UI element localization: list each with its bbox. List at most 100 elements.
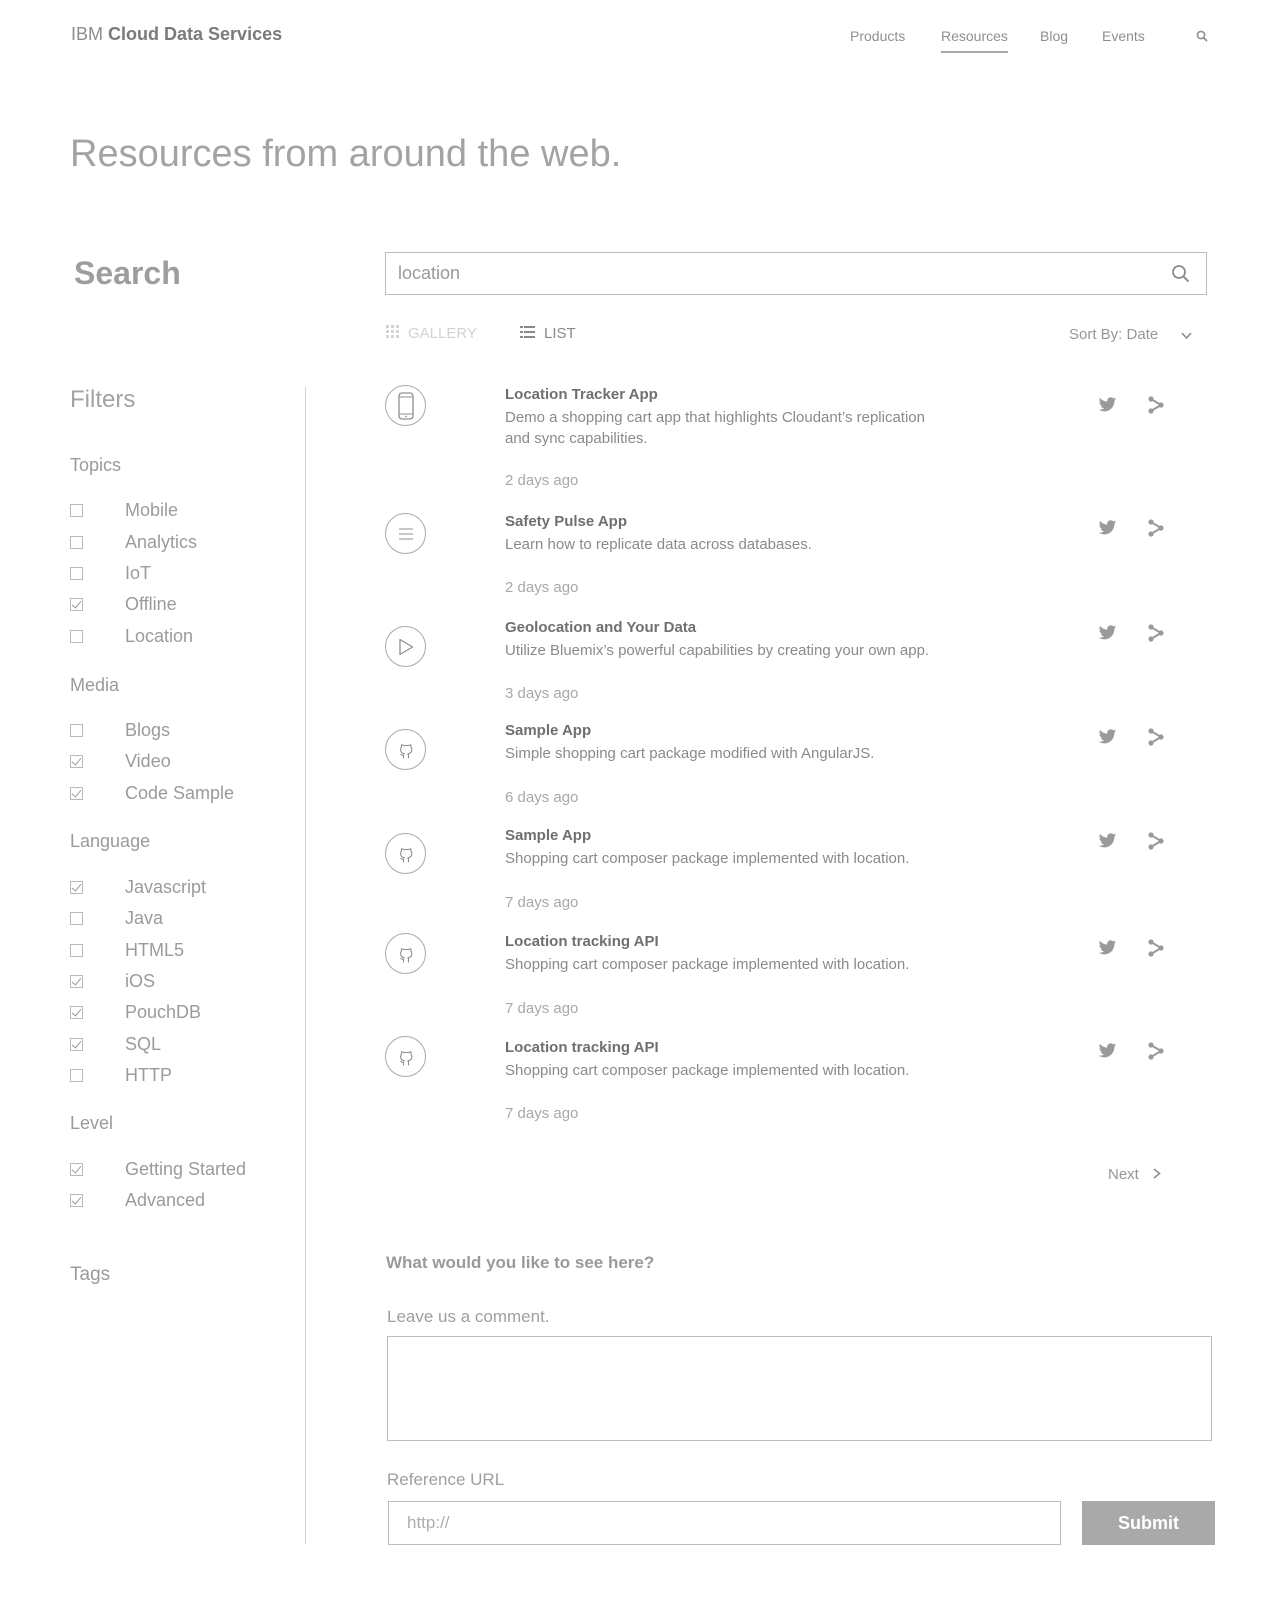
- result-title[interactable]: Geolocation and Your Data: [505, 619, 696, 636]
- checkbox[interactable]: [70, 1162, 83, 1176]
- result-date: 7 days ago: [505, 1105, 579, 1122]
- twitter-icon[interactable]: [1098, 625, 1117, 646]
- result-title[interactable]: Safety Pulse App: [505, 513, 627, 530]
- filter-video[interactable]: Video: [70, 749, 171, 773]
- filters-heading: Filters: [70, 386, 136, 413]
- filter-sql[interactable]: SQL: [70, 1032, 161, 1056]
- checkbox[interactable]: [70, 880, 83, 894]
- share-icon[interactable]: [1147, 396, 1165, 419]
- list-view-toggle[interactable]: LIST: [520, 325, 576, 342]
- result-description: Simple shopping cart package modified wi…: [505, 745, 875, 762]
- page-title: Resources from around the web.: [70, 133, 622, 175]
- checkbox[interactable]: [70, 1037, 83, 1051]
- filter-analytics[interactable]: Analytics: [70, 530, 197, 554]
- share-icon[interactable]: [1147, 832, 1165, 855]
- filter-group-media-title: Media: [70, 675, 120, 695]
- share-icon[interactable]: [1147, 624, 1165, 647]
- result-title[interactable]: Location tracking API: [505, 933, 659, 950]
- chevron-right-icon: [1153, 1166, 1161, 1183]
- result-title[interactable]: Sample App: [505, 722, 591, 739]
- nav-events[interactable]: Events: [1102, 28, 1145, 44]
- next-page-link[interactable]: Next: [1108, 1166, 1161, 1183]
- tags-heading: Tags: [70, 1264, 111, 1285]
- github-icon: [385, 1036, 426, 1077]
- twitter-icon[interactable]: [1098, 1043, 1117, 1064]
- play-icon: [385, 626, 426, 667]
- filter-java[interactable]: Java: [70, 906, 163, 930]
- checkbox[interactable]: [70, 943, 83, 957]
- search-icon[interactable]: [1171, 264, 1190, 288]
- checkbox[interactable]: [70, 911, 83, 925]
- share-icon[interactable]: [1147, 939, 1165, 962]
- twitter-icon[interactable]: [1098, 833, 1117, 854]
- header-search-icon[interactable]: [1196, 29, 1208, 47]
- next-label: Next: [1108, 1166, 1139, 1183]
- search-heading: Search: [74, 255, 181, 291]
- filter-ios[interactable]: iOS: [70, 969, 155, 993]
- checkbox[interactable]: [70, 1068, 83, 1082]
- result-title[interactable]: Sample App: [505, 827, 591, 844]
- result-date: 2 days ago: [505, 472, 579, 489]
- checkbox[interactable]: [70, 1005, 83, 1019]
- filter-label: HTTP: [125, 1064, 172, 1085]
- checkbox[interactable]: [70, 503, 83, 517]
- twitter-icon[interactable]: [1098, 520, 1117, 541]
- share-icon[interactable]: [1147, 728, 1165, 751]
- submit-button[interactable]: Submit: [1082, 1501, 1215, 1545]
- nav-blog[interactable]: Blog: [1040, 28, 1068, 44]
- result-title[interactable]: Location Tracker App: [505, 386, 658, 403]
- filter-label: Getting Started: [125, 1158, 247, 1179]
- mobile-phone-icon: [385, 385, 426, 426]
- gallery-view-toggle[interactable]: GALLERY: [386, 325, 477, 342]
- sort-dropdown[interactable]: Sort By: Date: [1069, 326, 1158, 343]
- result-description: Learn how to replicate data across datab…: [505, 536, 812, 553]
- share-icon[interactable]: [1147, 519, 1165, 542]
- feedback-question: What would you like to see here?: [386, 1253, 655, 1272]
- checkbox[interactable]: [70, 754, 83, 768]
- checkbox[interactable]: [70, 566, 83, 580]
- twitter-icon[interactable]: [1098, 940, 1117, 961]
- list-icon: [520, 325, 535, 342]
- checkbox[interactable]: [70, 597, 83, 611]
- result-date: 7 days ago: [505, 1000, 579, 1017]
- filter-blogs[interactable]: Blogs: [70, 718, 170, 742]
- checkbox[interactable]: [70, 629, 83, 643]
- filter-code-sample[interactable]: Code Sample: [70, 781, 234, 805]
- reference-url-label: Reference URL: [387, 1470, 505, 1489]
- filter-group-level-title: Level: [70, 1113, 114, 1133]
- checkbox[interactable]: [70, 535, 83, 549]
- checkbox[interactable]: [70, 723, 83, 737]
- filter-label: Code Sample: [125, 782, 235, 803]
- reference-url-box: [388, 1501, 1061, 1545]
- search-input[interactable]: [398, 253, 1158, 294]
- result-description: Demo a shopping cart app that highlights…: [505, 409, 925, 447]
- github-icon: [385, 833, 426, 874]
- comment-box: [387, 1336, 1212, 1441]
- nav-resources[interactable]: Resources: [941, 28, 1008, 53]
- checkbox[interactable]: [70, 974, 83, 988]
- filter-javascript[interactable]: Javascript: [70, 875, 206, 899]
- result-title[interactable]: Location tracking API: [505, 1039, 659, 1056]
- checkbox[interactable]: [70, 1193, 83, 1207]
- checkbox[interactable]: [70, 786, 83, 800]
- filter-location[interactable]: Location: [70, 624, 193, 648]
- filter-html5[interactable]: HTML5: [70, 938, 184, 962]
- twitter-icon[interactable]: [1098, 397, 1117, 418]
- brand-logo[interactable]: IBM Cloud Data Services: [71, 24, 282, 45]
- filter-advanced[interactable]: Advanced: [70, 1188, 205, 1212]
- chevron-down-icon[interactable]: [1181, 327, 1192, 345]
- result-date: 3 days ago: [505, 685, 579, 702]
- reference-url-input[interactable]: [389, 1502, 1060, 1544]
- filter-http[interactable]: HTTP: [70, 1063, 172, 1087]
- list-label: LIST: [544, 325, 576, 342]
- nav-products[interactable]: Products: [850, 28, 905, 44]
- filter-getting-started[interactable]: Getting Started: [70, 1157, 246, 1181]
- share-icon[interactable]: [1147, 1042, 1165, 1065]
- comment-textarea[interactable]: [388, 1337, 1211, 1440]
- filter-iot[interactable]: IoT: [70, 561, 151, 585]
- result-description: Shopping cart composer package implement…: [505, 956, 910, 973]
- filter-pouchdb[interactable]: PouchDB: [70, 1000, 201, 1024]
- filter-offline[interactable]: Offline: [70, 592, 177, 616]
- twitter-icon[interactable]: [1098, 729, 1117, 750]
- filter-mobile[interactable]: Mobile: [70, 498, 178, 522]
